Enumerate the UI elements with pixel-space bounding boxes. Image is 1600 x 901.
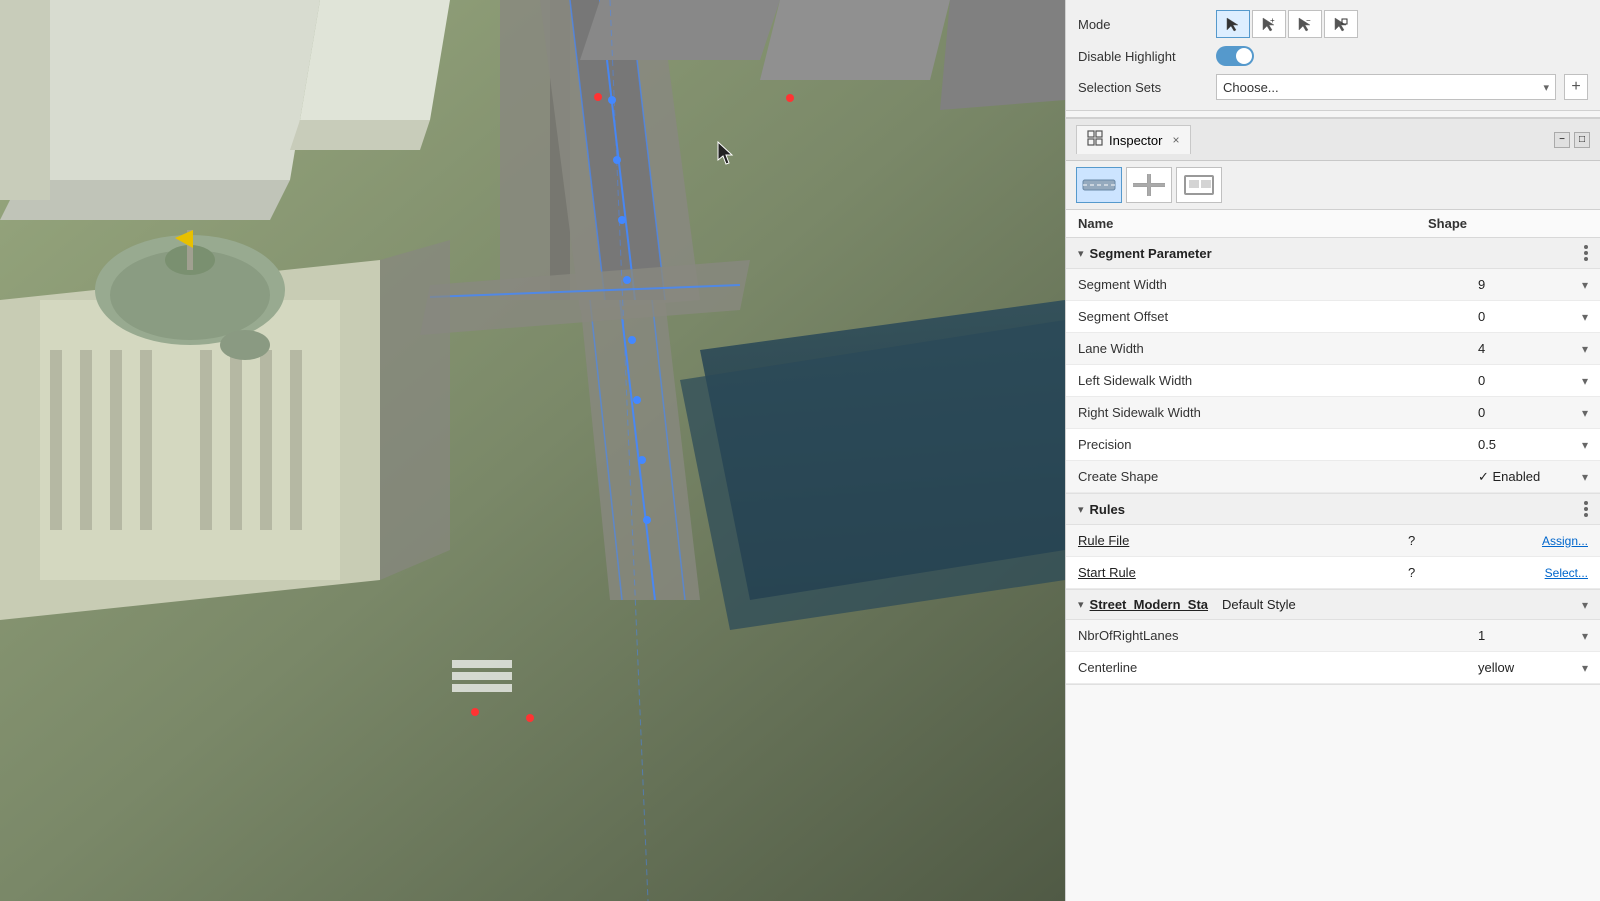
nbr-right-lanes-row: NbrOfRightLanes 1 ▾ [1066,620,1600,652]
svg-text:−: − [1306,16,1311,25]
segment-offset-expand-icon[interactable]: ▾ [1582,310,1588,324]
segment-width-expand-icon[interactable]: ▾ [1582,278,1588,292]
street-modern-style-value: Default Style [1214,597,1572,612]
start-rule-label[interactable]: Start Rule [1078,565,1408,580]
segment-width-value: 9 [1478,277,1578,292]
inspector-content[interactable]: ▾ Segment Parameter Segment Width 9 ▾ Se… [1066,238,1600,901]
centerline-expand-icon[interactable]: ▾ [1582,661,1588,675]
mode-remove-button[interactable]: − [1288,10,1322,38]
nbr-right-lanes-value: 1 [1478,628,1578,643]
segment-parameter-title: Segment Parameter [1090,246,1212,261]
column-headers: Name Shape [1066,210,1600,238]
start-rule-row: Start Rule ? Select... [1066,557,1600,589]
create-shape-expand-icon[interactable]: ▾ [1582,470,1588,484]
street-modern-section: ▾ Street_Modern_Sta Default Style ▾ NbrO… [1066,590,1600,685]
segment-parameter-header[interactable]: ▾ Segment Parameter [1066,238,1600,269]
mode-label: Mode [1078,17,1208,32]
segment-offset-value: 0 [1478,309,1578,324]
nbr-right-lanes-expand-icon[interactable]: ▾ [1582,629,1588,643]
collapse-arrow-icon: ▾ [1078,247,1084,260]
mode-select-button[interactable] [1216,10,1250,38]
street-modern-expand-icon[interactable]: ▾ [1582,598,1588,612]
inspector-title: Inspector [1109,133,1162,148]
selection-sets-label: Selection Sets [1078,80,1208,95]
segment-width-row: Segment Width 9 ▾ [1066,269,1600,301]
right-sidewalk-label: Right Sidewalk Width [1078,405,1478,420]
lane-width-value: 4 [1478,341,1578,356]
road-segment-tab[interactable] [1076,167,1122,203]
segment-offset-row: Segment Offset 0 ▾ [1066,301,1600,333]
rules-title: Rules [1090,502,1125,517]
precision-row: Precision 0.5 ▾ [1066,429,1600,461]
rules-header[interactable]: ▾ Rules [1066,494,1600,525]
right-sidewalk-expand-icon[interactable]: ▾ [1582,406,1588,420]
minimize-button[interactable]: − [1554,132,1570,148]
name-column-header: Name [1078,216,1428,231]
mode-replace-button[interactable] [1324,10,1358,38]
create-shape-row: Create Shape ✓ Enabled ▾ [1066,461,1600,493]
shape-type-tabs [1066,161,1600,210]
shape-column-header: Shape [1428,216,1588,231]
centerline-row: Centerline yellow ▾ [1066,652,1600,684]
toolbar: Mode + − [1066,0,1600,111]
rules-collapse-icon: ▾ [1078,503,1084,516]
precision-expand-icon[interactable]: ▾ [1582,438,1588,452]
inspector-close-button[interactable]: × [1172,133,1179,147]
right-panel: Mode + − [1065,0,1600,901]
rules-menu-icon[interactable] [1584,501,1588,517]
inspector-panel: Inspector × − □ [1066,117,1600,901]
start-rule-value: ? [1408,565,1508,580]
precision-value: 0.5 [1478,437,1578,452]
disable-highlight-label: Disable Highlight [1078,49,1208,64]
right-sidewalk-row: Right Sidewalk Width 0 ▾ [1066,397,1600,429]
maximize-button[interactable]: □ [1574,132,1590,148]
inspector-tab[interactable]: Inspector × [1076,125,1191,154]
precision-label: Precision [1078,437,1478,452]
inspector-grid-icon [1087,130,1103,150]
mode-buttons: + − [1216,10,1358,38]
segment-width-label: Segment Width [1078,277,1478,292]
intersection-tab[interactable] [1126,167,1172,203]
segment-offset-label: Segment Offset [1078,309,1478,324]
lane-width-expand-icon[interactable]: ▾ [1582,342,1588,356]
right-sidewalk-value: 0 [1478,405,1578,420]
rule-file-assign-button[interactable]: Assign... [1508,534,1588,548]
street-modern-header[interactable]: ▾ Street_Modern_Sta Default Style ▾ [1066,590,1600,620]
selection-sets-dropdown[interactable]: Choose... ▾ [1216,74,1556,100]
centerline-value: yellow [1478,660,1578,675]
lane-width-row: Lane Width 4 ▾ [1066,333,1600,365]
block-tab[interactable] [1176,167,1222,203]
left-sidewalk-row: Left Sidewalk Width 0 ▾ [1066,365,1600,397]
window-controls: − □ [1554,132,1590,148]
disable-highlight-toggle[interactable] [1216,46,1254,66]
create-shape-value: ✓ Enabled [1478,469,1578,485]
left-sidewalk-value: 0 [1478,373,1578,388]
segment-parameter-section: ▾ Segment Parameter Segment Width 9 ▾ Se… [1066,238,1600,494]
street-modern-title: Street_Modern_Sta [1090,597,1208,612]
section-menu-icon[interactable] [1584,245,1588,261]
lane-width-label: Lane Width [1078,341,1478,356]
left-sidewalk-label: Left Sidewalk Width [1078,373,1478,388]
start-rule-select-button[interactable]: Select... [1508,566,1588,580]
nbr-right-lanes-label: NbrOfRightLanes [1078,628,1478,643]
add-selection-set-button[interactable]: + [1564,74,1588,100]
rules-section: ▾ Rules Rule File ? Assign... Start Rule… [1066,494,1600,590]
viewport-3d[interactable] [0,0,1065,901]
left-sidewalk-expand-icon[interactable]: ▾ [1582,374,1588,388]
svg-text:+: + [1270,16,1275,25]
rule-file-value: ? [1408,533,1508,548]
rule-file-label[interactable]: Rule File [1078,533,1408,548]
create-shape-label: Create Shape [1078,469,1478,484]
street-modern-collapse-icon: ▾ [1078,598,1084,611]
mode-add-button[interactable]: + [1252,10,1286,38]
inspector-header: Inspector × − □ [1066,119,1600,161]
rule-file-row: Rule File ? Assign... [1066,525,1600,557]
centerline-label: Centerline [1078,660,1478,675]
dropdown-chevron-icon: ▾ [1543,81,1549,94]
